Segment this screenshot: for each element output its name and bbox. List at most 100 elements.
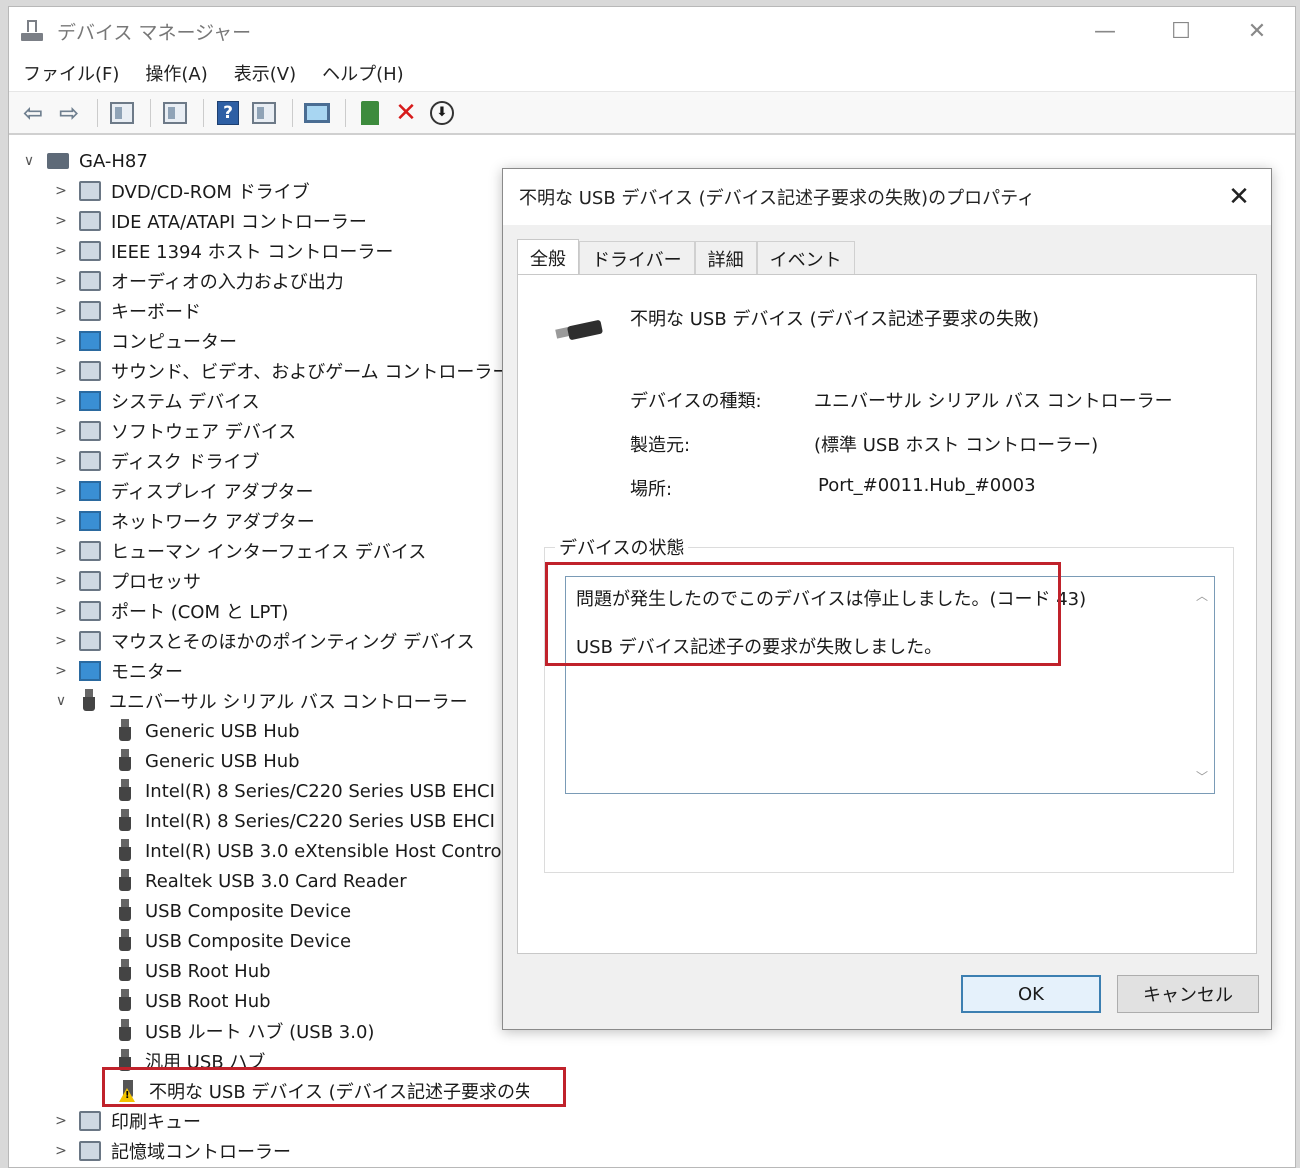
disable-device-button[interactable]: ⬇ <box>426 97 458 129</box>
expand-chevron-icon[interactable]: > <box>53 243 69 259</box>
expand-chevron-icon[interactable]: > <box>53 273 69 289</box>
expand-chevron-icon[interactable]: > <box>53 1113 69 1129</box>
tree-device[interactable]: Intel(R) 8 Series/C220 Series USB EHCI #… <box>115 777 529 805</box>
usb-device-icon <box>554 315 610 345</box>
tree-device[interactable]: Realtek USB 3.0 Card Reader <box>115 867 407 895</box>
tree-device[interactable]: USB ルート ハブ (USB 3.0) <box>115 1017 374 1045</box>
collapse-chevron-icon[interactable]: ∨ <box>53 693 69 709</box>
ok-button[interactable]: OK <box>961 975 1101 1013</box>
maximize-button[interactable]: ☐ <box>1143 7 1219 55</box>
tree-device[interactable]: Generic USB Hub <box>115 747 300 775</box>
tree-category[interactable]: > IEEE 1394 ホスト コントローラー <box>53 237 393 265</box>
tab-details[interactable]: 詳細 <box>694 241 757 275</box>
tree-category[interactable]: > ディスプレイ アダプター <box>53 477 313 505</box>
tree-category[interactable]: > DVD/CD-ROM ドライブ <box>53 177 310 205</box>
tree-category[interactable]: > マウスとそのほかのポインティング デバイス <box>53 627 475 655</box>
tree-device[interactable]: USB Composite Device <box>115 897 351 925</box>
tree-category-label: IEEE 1394 ホスト コントローラー <box>111 242 394 263</box>
dialog-close-button[interactable]: ✕ <box>1221 179 1257 215</box>
tree-category[interactable]: > プロセッサ <box>53 567 201 595</box>
expand-chevron-icon[interactable]: > <box>53 333 69 349</box>
tree-category-label: ポート (COM と LPT) <box>111 602 289 623</box>
menu-help[interactable]: ヘルプ(H) <box>322 60 404 86</box>
tree-category-label: システム デバイス <box>111 392 260 413</box>
tree-category-label: モニター <box>111 662 183 683</box>
collapse-chevron-icon[interactable]: ∨ <box>21 153 37 169</box>
scroll-up-icon[interactable]: ︿ <box>1196 587 1208 604</box>
expand-chevron-icon[interactable]: > <box>53 603 69 619</box>
update-driver-icon <box>361 100 379 125</box>
update-driver-button[interactable] <box>354 97 386 129</box>
tree-category-label: ディスク ドライブ <box>111 452 260 473</box>
menu-view[interactable]: 表示(V) <box>234 60 296 86</box>
tree-device[interactable]: USB Composite Device <box>115 927 351 955</box>
cancel-button[interactable]: キャンセル <box>1117 975 1259 1013</box>
tree-category[interactable]: > オーディオの入力および出力 <box>53 267 344 295</box>
expand-chevron-icon[interactable]: > <box>53 363 69 379</box>
tree-device[interactable]: USB Root Hub <box>115 987 271 1015</box>
tab-driver[interactable]: ドライバー <box>579 241 695 275</box>
manufacturer-label: 製造元: <box>630 435 691 456</box>
menu-file[interactable]: ファイル(F) <box>23 60 119 86</box>
tree-category[interactable]: > モニター <box>53 657 183 685</box>
tree-category[interactable]: > ネットワーク アダプター <box>53 507 315 535</box>
expand-chevron-icon[interactable]: > <box>53 423 69 439</box>
location-label: 場所: <box>630 479 673 500</box>
manufacturer-value: (標準 USB ホスト コントローラー) <box>814 435 1099 456</box>
tree-category[interactable]: > サウンド、ビデオ、およびゲーム コントローラー <box>53 357 510 385</box>
tab-events[interactable]: イベント <box>756 241 855 275</box>
tree-category[interactable]: > 記憶域コントローラー <box>53 1137 291 1165</box>
expand-chevron-icon[interactable]: > <box>53 303 69 319</box>
dialog-title: 不明な USB デバイス (デバイス記述子要求の失敗)のプロパティ <box>519 188 1035 209</box>
back-button[interactable]: ⇦ <box>17 97 49 129</box>
expand-chevron-icon[interactable]: > <box>53 543 69 559</box>
tree-device[interactable]: Intel(R) 8 Series/C220 Series USB EHCI #… <box>115 807 529 835</box>
expand-chevron-icon[interactable]: > <box>53 573 69 589</box>
forward-button[interactable]: ⇨ <box>53 97 85 129</box>
scan-hardware-button[interactable] <box>301 97 333 129</box>
tree-category[interactable]: > ヒューマン インターフェイス デバイス <box>53 537 426 565</box>
device-type-label: デバイスの種類: <box>630 391 762 412</box>
tree-device[interactable]: Generic USB Hub <box>115 717 300 745</box>
tree-category[interactable]: > 印刷キュー <box>53 1107 201 1135</box>
tree-device[interactable]: Intel(R) USB 3.0 eXtensible Host Control… <box>115 837 529 865</box>
tree-device[interactable]: USB Root Hub <box>115 957 271 985</box>
tree-category[interactable]: > ポート (COM と LPT) <box>53 597 288 625</box>
close-button[interactable]: ✕ <box>1219 7 1295 55</box>
expand-chevron-icon[interactable]: > <box>53 213 69 229</box>
window-title: デバイス マネージャー <box>57 21 252 44</box>
tree-category[interactable]: > ソフトウェア デバイス <box>53 417 296 445</box>
tree-category[interactable]: > システム デバイス <box>53 387 260 415</box>
minimize-button[interactable]: — <box>1067 7 1143 55</box>
uninstall-button[interactable]: ✕ <box>390 97 422 129</box>
view-icon <box>252 101 276 124</box>
scroll-down-icon[interactable]: ﹀ <box>1196 768 1208 785</box>
dialog-title-bar: 不明な USB デバイス (デバイス記述子要求の失敗)のプロパティ ✕ <box>503 169 1271 225</box>
expand-chevron-icon[interactable]: > <box>53 1143 69 1159</box>
tree-category[interactable]: > コンピューター <box>53 327 237 355</box>
tree-category-label: ヒューマン インターフェイス デバイス <box>111 542 427 563</box>
tree-root[interactable]: ∨ GA-H87 <box>21 147 148 175</box>
tree-category[interactable]: > ディスク ドライブ <box>53 447 259 475</box>
expand-chevron-icon[interactable]: > <box>53 633 69 649</box>
properties-button[interactable] <box>159 97 191 129</box>
menu-action[interactable]: 操作(A) <box>145 60 207 86</box>
view-button[interactable] <box>248 97 280 129</box>
show-hide-pane-button[interactable] <box>106 97 138 129</box>
expand-chevron-icon[interactable]: > <box>53 453 69 469</box>
tab-general[interactable]: 全般 <box>517 239 579 275</box>
tree-category[interactable]: > IDE ATA/ATAPI コントローラー <box>53 207 367 235</box>
tree-category[interactable]: > キーボード <box>53 297 201 325</box>
tree-category-usb[interactable]: ∨ ユニバーサル シリアル バス コントローラー <box>53 687 468 715</box>
device-tree[interactable]: ∨ GA-H87 > DVD/CD-ROM ドライブ > IDE ATA/ATAPI… <box>9 137 529 1167</box>
device-status-legend: デバイスの状態 <box>555 534 689 560</box>
expand-chevron-icon[interactable]: > <box>53 513 69 529</box>
toolbar-separator <box>203 98 204 127</box>
expand-chevron-icon[interactable]: > <box>53 483 69 499</box>
display-adapter-icon <box>79 481 101 501</box>
help-button[interactable]: ? <box>212 97 244 129</box>
tree-device-label: USB Root Hub <box>145 990 271 1012</box>
expand-chevron-icon[interactable]: > <box>53 663 69 679</box>
expand-chevron-icon[interactable]: > <box>53 393 69 409</box>
expand-chevron-icon[interactable]: > <box>53 183 69 199</box>
